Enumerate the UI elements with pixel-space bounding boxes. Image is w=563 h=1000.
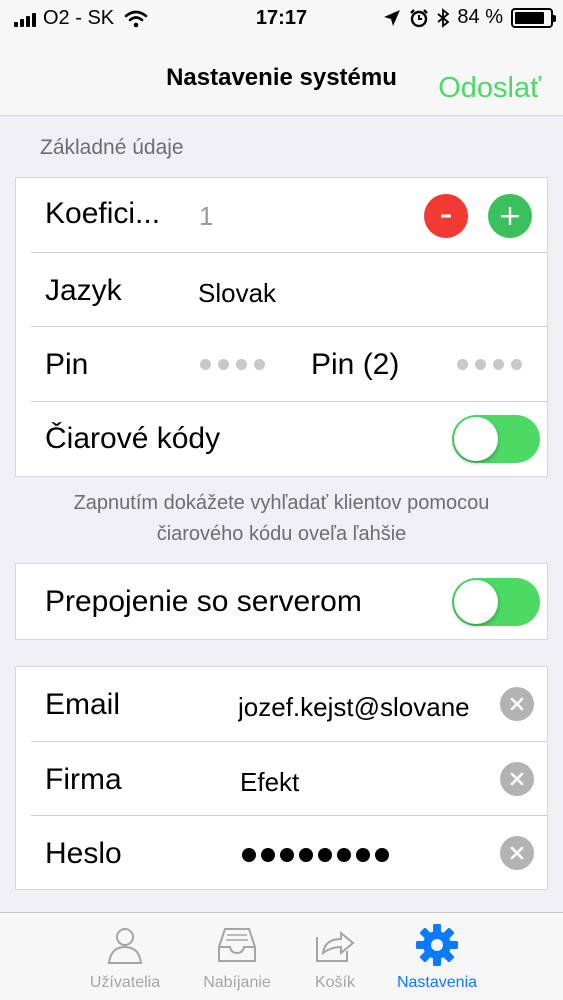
decrement-button[interactable] bbox=[424, 194, 468, 238]
user-icon bbox=[107, 928, 143, 964]
minus-icon bbox=[441, 214, 451, 218]
password-dot bbox=[318, 848, 332, 862]
tab-cart-label: Košík bbox=[314, 974, 355, 991]
coefficient-value[interactable]: 1 bbox=[199, 201, 213, 232]
pin-label: Pin bbox=[45, 348, 89, 381]
pin2-field[interactable] bbox=[457, 359, 522, 370]
close-icon bbox=[510, 772, 524, 786]
status-bar: O2 - SK 17:17 84 % bbox=[0, 0, 563, 38]
password-row: Heslo bbox=[16, 816, 547, 890]
password-clear-button[interactable] bbox=[500, 836, 534, 870]
server-group: Prepojenie so serverom bbox=[15, 563, 548, 640]
increment-button[interactable] bbox=[488, 194, 532, 238]
password-dot bbox=[280, 848, 294, 862]
email-field[interactable]: jozef.kejst@slovane bbox=[238, 692, 478, 723]
password-dot bbox=[375, 848, 389, 862]
company-row: Firma Efekt bbox=[16, 742, 547, 816]
language-label: Jazyk bbox=[45, 274, 122, 307]
share-icon bbox=[316, 930, 355, 962]
password-dot bbox=[261, 848, 275, 862]
barcodes-hint: Zapnutím dokážete vyhľadať klientov pomo… bbox=[0, 488, 563, 550]
barcodes-hint-line-2: čiarového kódu oveľa ľahšie bbox=[156, 523, 407, 545]
coefficient-label: Koefici... bbox=[45, 197, 161, 230]
tab-settings-label: Nastavenia bbox=[396, 974, 478, 991]
barcodes-row: Čiarové kódy bbox=[16, 402, 547, 478]
location-arrow-icon bbox=[384, 9, 401, 26]
server-connection-label: Prepojenie so serverom bbox=[45, 585, 362, 618]
barcodes-label: Čiarové kódy bbox=[45, 422, 221, 455]
close-icon bbox=[510, 697, 524, 711]
tab-settings[interactable]: Nastavenia bbox=[382, 913, 492, 1000]
password-dot bbox=[242, 848, 256, 862]
language-row[interactable]: Jazyk Slovak bbox=[16, 253, 547, 327]
barcodes-toggle[interactable] bbox=[452, 415, 540, 463]
tab-charging[interactable]: Nabíjanie bbox=[182, 913, 292, 1000]
inbox-icon bbox=[218, 928, 256, 962]
nav-bar: Nastavenie systému Odoslať bbox=[0, 38, 563, 116]
server-connection-toggle[interactable] bbox=[452, 578, 540, 626]
tab-charging-label: Nabíjanie bbox=[203, 974, 271, 991]
gear-icon bbox=[416, 924, 458, 966]
close-icon bbox=[510, 846, 524, 860]
email-clear-button[interactable] bbox=[500, 687, 534, 721]
company-field[interactable]: Efekt bbox=[240, 767, 299, 798]
password-dot bbox=[299, 848, 313, 862]
company-clear-button[interactable] bbox=[500, 762, 534, 796]
alarm-clock-icon bbox=[410, 8, 429, 27]
pin-row: Pin Pin (2) bbox=[16, 327, 547, 401]
account-group: Email jozef.kejst@slovane Firma Efekt He… bbox=[15, 666, 548, 890]
tab-users[interactable]: Užívatelia bbox=[70, 913, 180, 1000]
plus-icon bbox=[501, 207, 519, 225]
password-label: Heslo bbox=[45, 837, 122, 870]
basic-settings-group: Koefici... 1 Jazyk Slovak Pin Pin (2) Či… bbox=[15, 177, 548, 477]
bluetooth-icon bbox=[437, 7, 450, 28]
email-row: Email jozef.kejst@slovane bbox=[16, 667, 547, 741]
barcodes-hint-line-1: Zapnutím dokážete vyhľadať klientov pomo… bbox=[73, 492, 490, 514]
email-label: Email bbox=[45, 688, 121, 721]
pin2-label: Pin (2) bbox=[311, 348, 400, 381]
company-label: Firma bbox=[45, 763, 122, 796]
pin-field[interactable] bbox=[200, 359, 265, 370]
language-value[interactable]: Slovak bbox=[198, 278, 276, 309]
section-header-basic: Základné údaje bbox=[40, 136, 184, 159]
send-button[interactable]: Odoslať bbox=[438, 72, 541, 105]
tab-bar: Užívatelia Nabíjanie Košík Nastavenia bbox=[0, 912, 563, 1000]
battery-icon bbox=[511, 7, 556, 28]
tab-cart[interactable]: Košík bbox=[280, 913, 390, 1000]
battery-percent: 84 % bbox=[457, 6, 503, 28]
password-dot bbox=[337, 848, 351, 862]
password-field[interactable] bbox=[242, 848, 389, 862]
coefficient-row: Koefici... 1 bbox=[16, 178, 547, 252]
tab-users-label: Užívatelia bbox=[89, 974, 161, 991]
password-dot bbox=[356, 848, 370, 862]
